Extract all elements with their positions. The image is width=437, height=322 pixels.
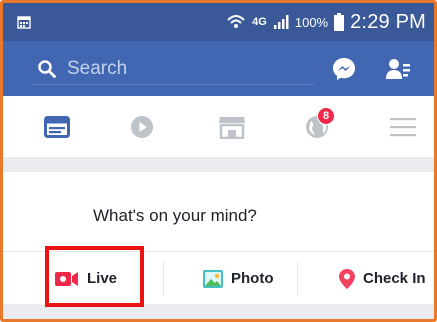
notification-badge: 8: [317, 107, 335, 125]
search-toolbar: Search: [3, 41, 434, 96]
live-highlight-box: [45, 246, 144, 307]
network-type: 4G: [252, 16, 267, 28]
status-composer[interactable]: What's on your mind?: [3, 172, 434, 256]
status-bar: 4G 100% 2:29 PM: [3, 3, 434, 41]
check-in-button[interactable]: Check In: [339, 252, 426, 305]
battery-percent: 100%: [294, 14, 329, 30]
photo-icon: [203, 269, 223, 288]
search-input[interactable]: Search: [67, 58, 127, 80]
check-in-label: Check In: [363, 270, 426, 287]
location-pin-icon: [339, 268, 355, 289]
feed-separator: [3, 157, 434, 172]
app-frame: 4G 100% 2:29 PM Search 8 What's on your …: [0, 0, 437, 322]
hamburger-menu-icon: [390, 118, 416, 137]
messenger-icon[interactable]: [332, 57, 356, 81]
nav-tabs: 8: [3, 96, 434, 158]
signal-icon: [273, 15, 289, 29]
tab-news-feed[interactable]: [41, 113, 73, 141]
action-divider: [297, 262, 298, 296]
photo-label: Photo: [231, 270, 274, 287]
marketplace-icon: [219, 117, 245, 139]
wifi-icon: [227, 15, 245, 28]
tab-menu[interactable]: [387, 113, 419, 141]
video-play-icon: [131, 116, 153, 138]
clock-time: 2:29 PM: [350, 10, 426, 33]
search-icon[interactable]: [38, 60, 56, 78]
friend-requests-icon[interactable]: [386, 58, 410, 80]
battery-icon: [334, 13, 345, 31]
action-divider: [163, 262, 164, 296]
tab-notifications[interactable]: 8: [301, 107, 335, 141]
composer-prompt[interactable]: What's on your mind?: [93, 206, 257, 226]
photo-button[interactable]: Photo: [203, 252, 274, 305]
tab-video[interactable]: [126, 113, 158, 141]
search-underline: [33, 84, 314, 85]
news-feed-icon: [44, 116, 70, 138]
calendar-icon: [17, 16, 31, 29]
tab-marketplace[interactable]: [216, 113, 248, 141]
